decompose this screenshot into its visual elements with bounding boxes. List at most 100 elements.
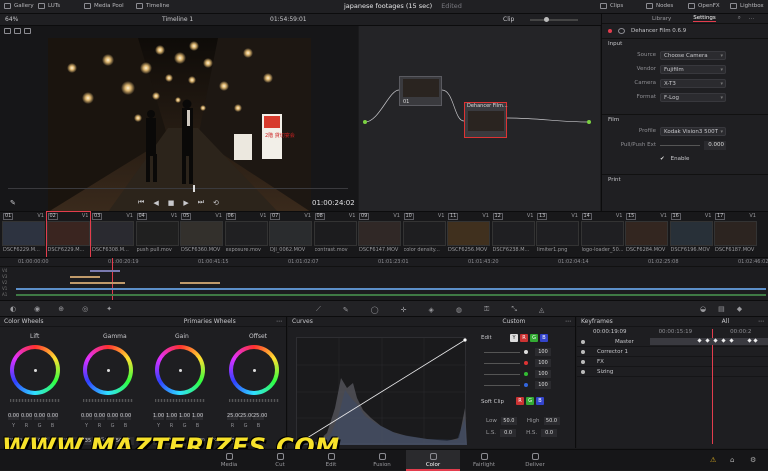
channel-intensity-input[interactable]: 100 — [535, 348, 551, 356]
wheel-value-input[interactable]: 0.00 — [107, 413, 118, 420]
page-tab-edit[interactable]: Edit — [304, 450, 358, 471]
keyframe-diamond[interactable] — [729, 338, 734, 343]
clip-thumbnail[interactable]: 04 V1 push pull.mov — [135, 212, 179, 258]
channel-b-button[interactable]: B — [540, 334, 548, 342]
media-pool-button[interactable]: Media Pool — [84, 3, 124, 9]
qualifier-icon[interactable]: ✎ — [343, 306, 349, 314]
low-input[interactable]: 50.0 — [500, 417, 517, 425]
enable-dot[interactable] — [608, 29, 612, 33]
settings-icon[interactable]: ⚙ — [750, 456, 756, 464]
skip-forward-icon[interactable]: ⏭ — [198, 198, 204, 207]
keyframe-diamond[interactable] — [697, 338, 702, 343]
master-wheel[interactable] — [10, 399, 60, 402]
keyframe-diamond[interactable] — [753, 338, 758, 343]
ls-input[interactable]: 0.0 — [500, 429, 517, 437]
play-icon[interactable]: ▶ — [183, 199, 188, 207]
channel-intensity-input[interactable]: 100 — [535, 370, 551, 378]
wheel-value-input[interactable]: 0.00 — [47, 413, 58, 420]
home-icon[interactable]: ⌂ — [730, 456, 734, 464]
tab-library[interactable]: Library — [652, 16, 671, 22]
wheel-center-handle[interactable] — [179, 369, 182, 372]
node-01[interactable]: 01 — [399, 76, 442, 106]
track-clip[interactable] — [180, 282, 220, 284]
channel-intensity-slider[interactable] — [484, 363, 520, 364]
mini-timeline[interactable]: 01:00:00:00 01:00:20:19 01:00:41:15 01:01:0… — [0, 257, 768, 301]
magic-mask-icon[interactable]: ◈ — [429, 306, 434, 314]
wheel-value-input[interactable]: 0.00 — [21, 413, 32, 420]
keyframe-panel-icon[interactable]: ◆ — [737, 305, 742, 313]
clip-thumbnail[interactable]: 01 V1 DSCF6229.M... — [2, 212, 45, 258]
wheels-mode-select[interactable]: Primaries Wheels — [184, 318, 236, 325]
source-select[interactable]: Choose Camera — [660, 50, 726, 60]
scopes-icon[interactable]: ◒ — [700, 305, 706, 313]
master-wheel[interactable] — [83, 399, 133, 402]
skip-back-icon[interactable]: ⏮ — [138, 198, 144, 207]
wheel-center-handle[interactable] — [107, 369, 110, 372]
viewer-scrubber[interactable] — [8, 188, 348, 189]
color-wheel-lift[interactable] — [10, 345, 60, 395]
curve-graph[interactable] — [296, 337, 467, 445]
page-tab-fairlight[interactable]: Fairlight — [457, 450, 511, 471]
viewer-mode-icon[interactable] — [4, 28, 11, 34]
keyframe-row[interactable]: Corrector 1 — [577, 347, 768, 357]
wheel-value-input[interactable]: 0.00 — [8, 413, 19, 420]
track-clip[interactable] — [16, 294, 766, 296]
node-editor[interactable]: 01 Dehancer Film... — [359, 26, 600, 211]
openfx-button[interactable]: OpenFX — [688, 3, 720, 9]
wheel-center-handle[interactable] — [34, 369, 37, 372]
clip-thumbnail[interactable]: 08 V1 contrast.mov — [313, 212, 357, 258]
channel-intensity-slider[interactable] — [484, 374, 520, 375]
print-section-header[interactable]: Print — [602, 174, 768, 184]
format-select[interactable]: F-Log — [660, 92, 726, 102]
wheel-center-handle[interactable] — [253, 369, 256, 372]
profile-select[interactable]: Kodak Vision3 500T — [660, 126, 726, 136]
picker-icon[interactable]: ✎ — [10, 199, 16, 207]
wheel-value-input[interactable]: 1.00 — [192, 413, 203, 420]
zoom-select[interactable]: 64% — [5, 16, 18, 23]
clip-thumbnail[interactable]: 13 V1 limiter1.png — [536, 212, 579, 258]
options-icon[interactable]: ⋯ — [749, 16, 755, 22]
info-icon[interactable]: ▤ — [718, 305, 725, 313]
step-back-icon[interactable]: ◀ — [153, 199, 158, 207]
node-mode-select[interactable]: Clip — [503, 16, 514, 23]
luts-button[interactable]: LUTs — [38, 3, 60, 9]
master-wheel[interactable] — [229, 399, 279, 402]
keyframe-row[interactable]: Master — [577, 337, 768, 347]
wheel-value-input[interactable]: 1.00 — [166, 413, 177, 420]
wheel-value-input[interactable]: 0.00 — [34, 413, 45, 420]
softclip-b-button[interactable]: B — [536, 397, 544, 405]
curves-options-icon[interactable]: ⋯ — [565, 318, 571, 325]
sizing-icon[interactable]: ⤡ — [511, 305, 517, 314]
page-tab-fusion[interactable]: Fusion — [355, 450, 409, 471]
keyframe-playhead[interactable] — [712, 329, 713, 444]
rgb-mixer-icon[interactable]: ◎ — [82, 305, 88, 313]
track-clip[interactable] — [16, 288, 766, 290]
pushpull-slider[interactable] — [660, 144, 700, 146]
node-dehancer[interactable]: Dehancer Film... — [464, 102, 508, 138]
channel-intensity-input[interactable]: 100 — [535, 381, 551, 389]
page-tab-cut[interactable]: Cut — [253, 450, 307, 471]
clip-thumbnail[interactable]: 16 V1 DSCF6196.MOV — [669, 212, 713, 258]
keyframe-diamond[interactable] — [721, 338, 726, 343]
master-wheel[interactable] — [155, 399, 205, 402]
clip-thumbnail[interactable]: 12 V1 DSCF6238.M... — [491, 212, 535, 258]
page-tab-media[interactable]: Media — [202, 450, 256, 471]
page-tab-color[interactable]: Color — [406, 450, 460, 471]
wheel-value-input[interactable]: 1.00 — [179, 413, 190, 420]
softclip-r-button[interactable]: R — [516, 397, 524, 405]
wheel-value-input[interactable]: 1.00 — [153, 413, 164, 420]
clip-thumbnail[interactable]: 11 V1 DSCF6256.MOV — [447, 212, 490, 258]
wheel-value-input[interactable]: 0.00 — [120, 413, 131, 420]
curves-icon[interactable]: ⟋ — [316, 305, 321, 314]
wheel-value-input[interactable]: 25.00 — [240, 413, 254, 420]
color-wheel-offset[interactable] — [229, 345, 279, 395]
input-section-header[interactable]: Input — [602, 38, 768, 48]
motion-effects-icon[interactable]: ✦ — [106, 305, 112, 313]
clip-thumbnail[interactable]: 14 V1 logo-loader_50... — [580, 212, 624, 258]
softclip-g-button[interactable]: G — [526, 397, 534, 405]
timeline-button[interactable]: Timeline — [136, 3, 169, 9]
vendor-select[interactable]: Fujifilm — [660, 64, 726, 74]
hs-input[interactable]: 0.0 — [541, 429, 558, 437]
wheel-value-input[interactable]: 25.00 — [253, 413, 267, 420]
channel-y-button[interactable]: Y — [510, 334, 518, 342]
